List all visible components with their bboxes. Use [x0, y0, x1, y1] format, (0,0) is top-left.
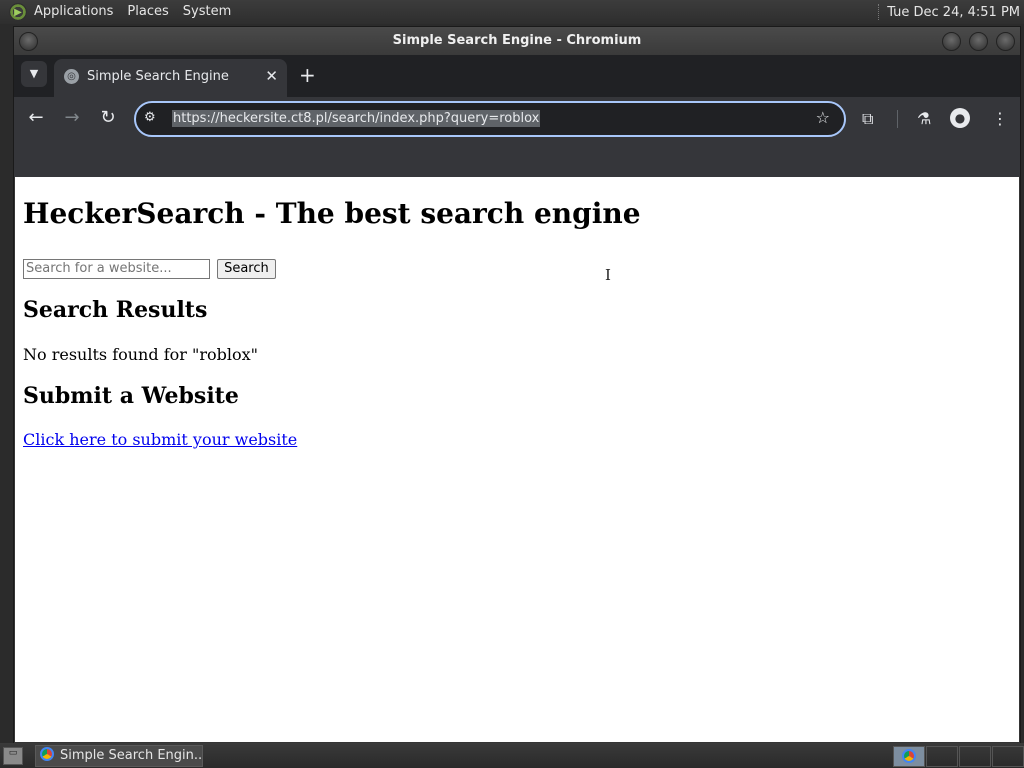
places-menu[interactable]: Places: [120, 0, 175, 24]
window-title: Simple Search Engine - Chromium: [392, 33, 642, 48]
applications-menu[interactable]: Applications: [27, 0, 120, 24]
system-menu[interactable]: System: [176, 0, 238, 24]
workspace-1[interactable]: [893, 746, 925, 767]
no-results-message: No results found for "roblox": [23, 345, 258, 364]
top-panel: ▶ Applications Places System Tue Dec 24,…: [0, 0, 1024, 24]
profile-avatar-icon[interactable]: ●: [950, 108, 970, 128]
tab-strip: ▼ ◎ Simple Search Engine ✕ +: [14, 55, 1020, 97]
show-desktop-icon[interactable]: ▭: [3, 747, 23, 765]
url-text[interactable]: https://heckersite.ct8.pl/search/index.p…: [172, 110, 541, 127]
close-tab-icon[interactable]: ✕: [265, 67, 278, 85]
close-window-button[interactable]: [996, 32, 1015, 51]
workspace-2[interactable]: [926, 746, 958, 767]
search-form: Search: [23, 257, 276, 279]
bookmark-star-icon[interactable]: ☆: [816, 108, 830, 127]
tab-simple-search-engine[interactable]: ◎ Simple Search Engine ✕: [54, 59, 287, 97]
taskbar-window-button[interactable]: Simple Search Engin...: [35, 745, 203, 767]
site-info-tune-icon[interactable]: ⚙: [144, 110, 156, 125]
bookmark-bar: [14, 141, 1020, 177]
window-menu-button[interactable]: [19, 32, 38, 51]
kebab-menu-icon[interactable]: ⋮: [992, 109, 1008, 128]
extensions-puzzle-icon[interactable]: ⧉: [862, 109, 873, 129]
browser-window: Simple Search Engine - Chromium ▼ ◎ Simp…: [13, 26, 1021, 744]
distro-logo-icon[interactable]: ▶: [9, 3, 27, 21]
forward-arrow-icon[interactable]: →: [60, 107, 84, 128]
workspace-4[interactable]: [992, 746, 1024, 767]
page-title: HeckerSearch - The best search engine: [23, 197, 641, 230]
results-heading: Search Results: [23, 297, 208, 323]
workspace-3[interactable]: [959, 746, 991, 767]
panel-clock[interactable]: Tue Dec 24, 4:51 PM: [887, 5, 1024, 20]
labs-flask-icon[interactable]: ⚗: [917, 109, 931, 128]
window-titlebar[interactable]: Simple Search Engine - Chromium: [14, 27, 1020, 55]
page-viewport: HeckerSearch - The best search engine Se…: [15, 177, 1019, 742]
chromium-icon: [902, 749, 916, 763]
submit-heading: Submit a Website: [23, 383, 239, 409]
tab-search-chevron-down-icon[interactable]: ▼: [21, 61, 47, 87]
new-tab-plus-icon[interactable]: +: [299, 63, 316, 87]
chromium-icon: [40, 747, 54, 761]
tab-title: Simple Search Engine: [87, 69, 229, 84]
taskbar: ▭ Simple Search Engin...: [0, 743, 1024, 768]
back-arrow-icon[interactable]: ←: [24, 107, 48, 128]
maximize-button[interactable]: [969, 32, 988, 51]
address-bar[interactable]: ⚙ https://heckersite.ct8.pl/search/index…: [134, 101, 846, 137]
search-input[interactable]: [23, 258, 210, 279]
taskbar-window-label: Simple Search Engin...: [60, 748, 203, 763]
submit-website-link[interactable]: Click here to submit your website: [23, 430, 297, 449]
reload-icon[interactable]: ↻: [96, 107, 120, 128]
globe-icon: ◎: [64, 69, 79, 84]
panel-separator: [878, 4, 881, 20]
search-button[interactable]: Search: [217, 258, 276, 279]
text-cursor-icon: I: [605, 266, 611, 284]
toolbar-divider: [897, 110, 898, 128]
minimize-button[interactable]: [942, 32, 961, 51]
browser-toolbar: ← → ↻ ⚙ https://heckersite.ct8.pl/search…: [14, 97, 1020, 141]
